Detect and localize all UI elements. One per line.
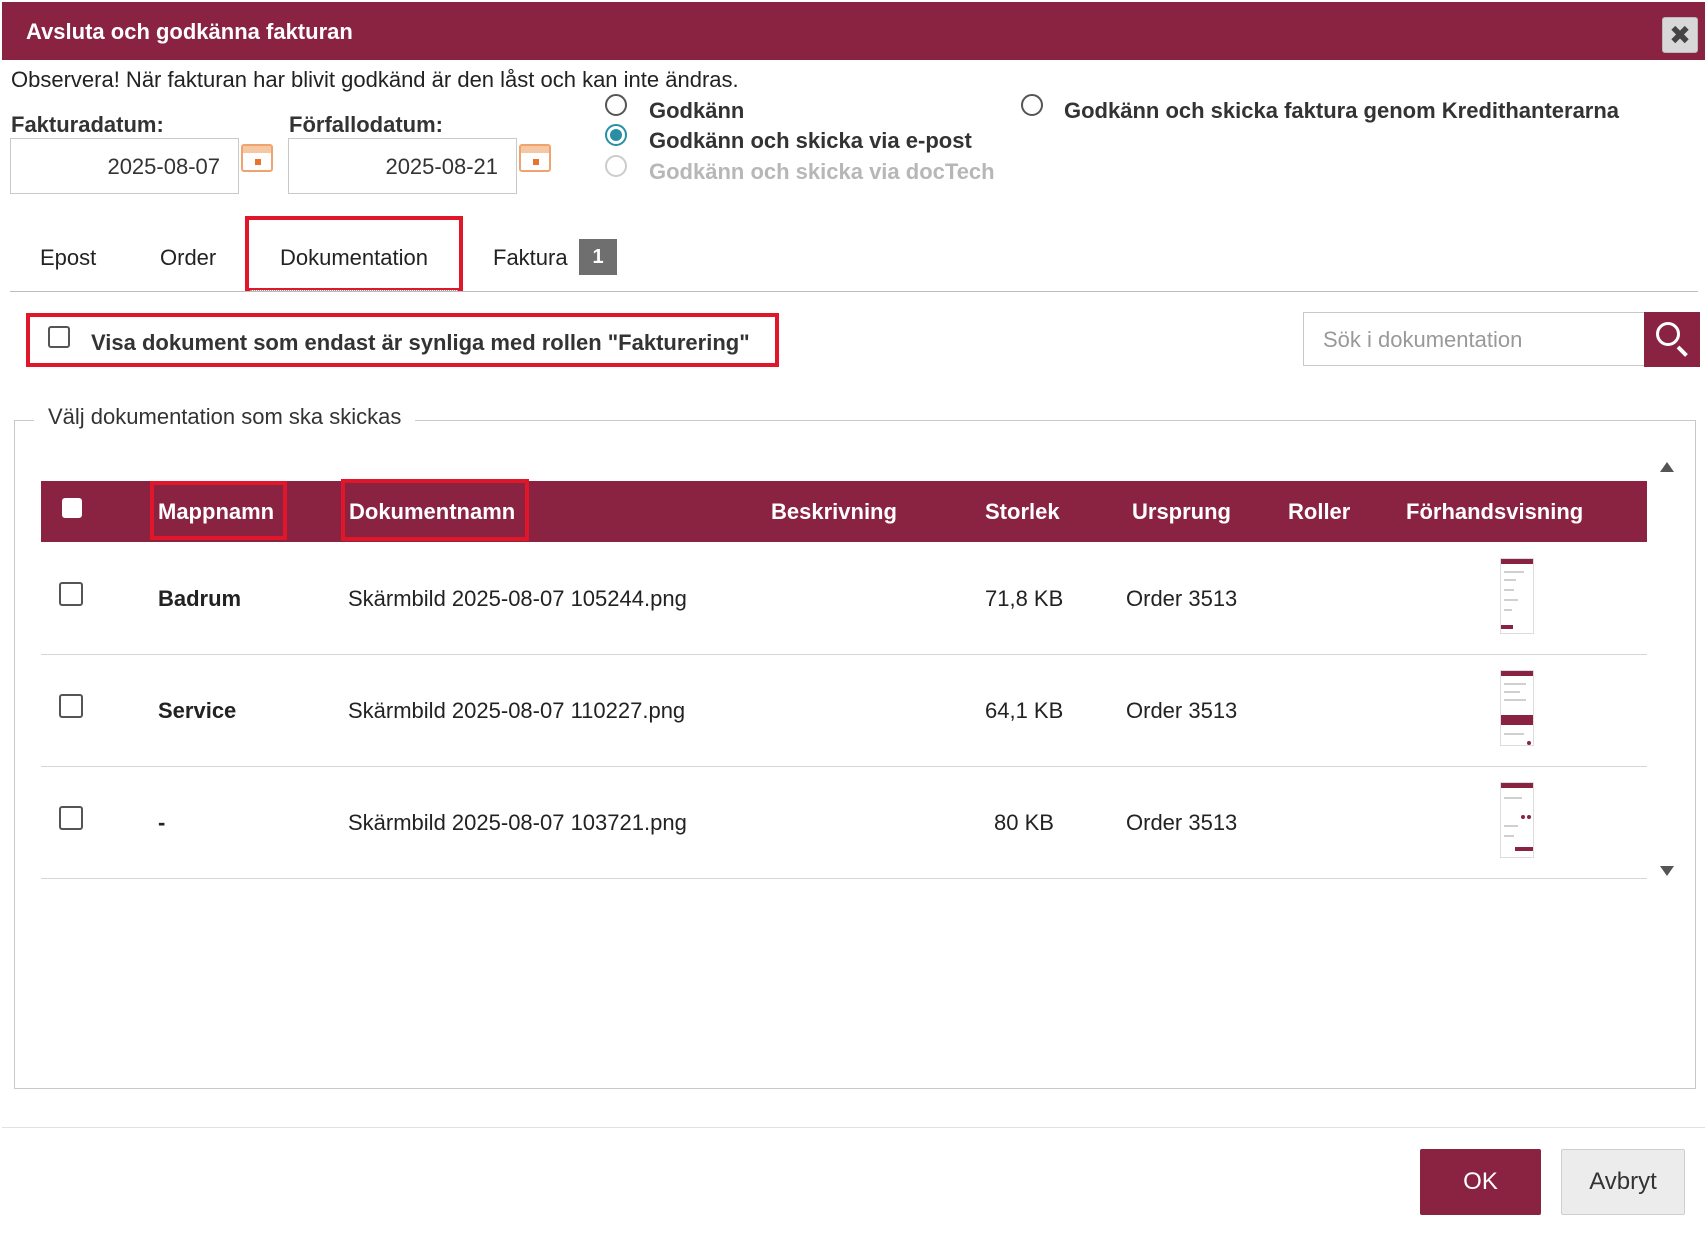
radio-godkann[interactable] (605, 94, 627, 116)
filter-role-checkbox[interactable] (48, 326, 70, 348)
search-button[interactable] (1644, 312, 1700, 367)
preview-thumbnail[interactable] (1500, 558, 1534, 634)
documents-legend: Välj dokumentation som ska skickas (34, 404, 416, 430)
column-header-preview[interactable]: Förhandsvisning (1406, 499, 1583, 525)
due-date-input[interactable]: 2025-08-21 (288, 138, 517, 194)
due-date-label: Förfallodatum: (289, 112, 443, 137)
row-folder: Badrum (158, 586, 242, 611)
row-divider (41, 654, 1647, 655)
dialog-title: Avsluta och godkänna fakturan (26, 19, 353, 44)
ok-button[interactable]: OK (1420, 1149, 1541, 1215)
close-icon: ✖ (1669, 20, 1691, 50)
row-checkbox[interactable] (59, 806, 83, 830)
invoice-date-input[interactable]: 2025-08-07 (10, 138, 239, 194)
column-header-size[interactable]: Storlek (985, 499, 1060, 525)
radio-godkann-epost[interactable] (605, 124, 627, 146)
filter-role-label: Visa dokument som endast är synliga med … (91, 330, 750, 355)
select-all-checkbox[interactable] (62, 498, 82, 518)
row-checkbox[interactable] (59, 694, 83, 718)
column-header-origin[interactable]: Ursprung (1132, 499, 1231, 525)
column-header-roles[interactable]: Roller (1288, 499, 1350, 525)
tab-order[interactable]: Order (160, 245, 216, 271)
row-origin: Order 3513 (1126, 586, 1238, 611)
calendar-icon[interactable] (241, 144, 273, 172)
row-size: 71,8 KB (985, 586, 1064, 611)
row-origin: Order 3513 (1126, 810, 1238, 835)
row-checkbox[interactable] (59, 582, 83, 606)
column-header-description[interactable]: Beskrivning (771, 499, 897, 525)
tab-faktura-badge: 1 (579, 239, 617, 275)
invoice-date-label: Fakturadatum: (11, 112, 164, 137)
row-folder: - (158, 810, 166, 835)
row-document-name: Skärmbild 2025-08-07 110227.png (348, 698, 686, 723)
scroll-down-arrow-icon[interactable] (1660, 866, 1674, 876)
calendar-icon[interactable] (519, 144, 551, 172)
close-button[interactable]: ✖ (1662, 17, 1698, 53)
preview-thumbnail[interactable] (1500, 782, 1534, 858)
tabs-divider (10, 291, 1698, 292)
row-size: 80 KB (994, 810, 1054, 835)
search-input[interactable]: Sök i dokumentation (1303, 312, 1645, 366)
footer-divider (2, 1127, 1705, 1128)
tab-epost[interactable]: Epost (40, 245, 96, 271)
column-header-folder[interactable]: Mappnamn (158, 499, 274, 525)
dialog-titlebar: Avsluta och godkänna fakturan ✖ (2, 2, 1705, 60)
row-size: 64,1 KB (985, 698, 1064, 723)
preview-thumbnail[interactable] (1500, 670, 1534, 746)
tab-faktura[interactable]: Faktura (493, 245, 568, 271)
scroll-up-arrow-icon[interactable] (1660, 462, 1674, 472)
row-folder: Service (158, 698, 237, 723)
radio-label-godkann-epost: Godkänn och skicka via e-post (649, 128, 972, 153)
radio-label-godkann: Godkänn (649, 98, 745, 123)
row-origin: Order 3513 (1126, 698, 1238, 723)
radio-godkann-kredithanterarna[interactable] (1021, 94, 1043, 116)
radio-label-godkann-kredithanterarna: Godkänn och skicka faktura genom Kredith… (1064, 98, 1620, 123)
cancel-button[interactable]: Avbryt (1561, 1149, 1685, 1215)
radio-label-godkann-doctech: Godkänn och skicka via docTech (649, 159, 995, 184)
column-header-document[interactable]: Dokumentnamn (349, 499, 515, 525)
row-document-name: Skärmbild 2025-08-07 103721.png (348, 810, 687, 835)
row-divider (41, 766, 1647, 767)
tab-dokumentation[interactable]: Dokumentation (280, 245, 428, 271)
notice-text: Observera! När fakturan har blivit godkä… (11, 67, 739, 92)
radio-godkann-doctech (605, 155, 627, 177)
row-divider (41, 878, 1647, 879)
row-document-name: Skärmbild 2025-08-07 105244.png (348, 586, 687, 611)
